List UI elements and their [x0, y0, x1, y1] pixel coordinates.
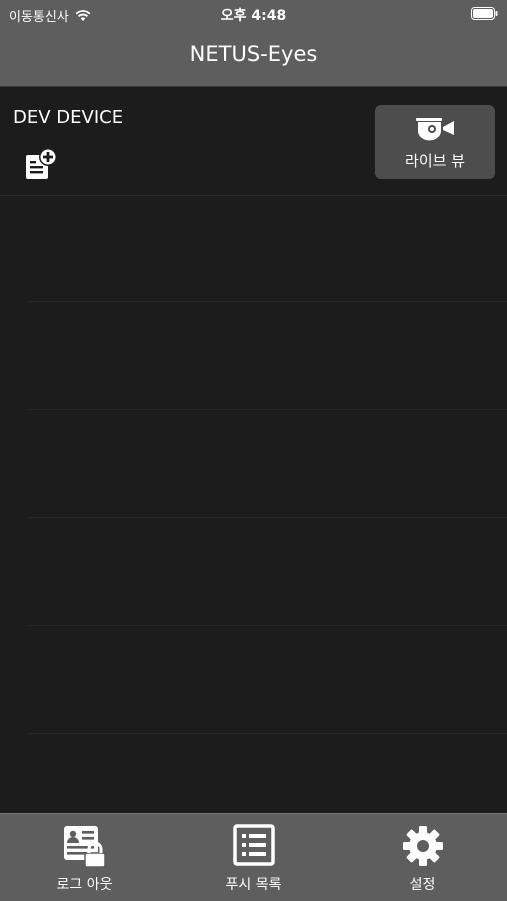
status-time: 오후 4:48: [220, 8, 287, 24]
tab-settings-label: 설정: [409, 877, 436, 893]
row-separator: [28, 517, 507, 518]
tab-logout[interactable]: 로그 아웃: [0, 814, 169, 901]
device-name: DEV DEVICE: [13, 107, 124, 128]
navigation-bar: NETUS-Eyes: [0, 28, 507, 87]
tab-logout-label: 로그 아웃: [56, 877, 113, 893]
add-document-icon[interactable]: [24, 147, 60, 181]
live-view-label: 라이브 뷰: [405, 152, 465, 170]
tab-push-list[interactable]: 푸시 목록: [169, 814, 338, 901]
row-separator: [28, 409, 507, 410]
battery-icon: [471, 7, 498, 20]
gear-icon: [402, 826, 443, 866]
tab-push-list-label: 푸시 목록: [225, 877, 282, 893]
device-row[interactable]: DEV DEVICE 라이브 뷰: [0, 87, 507, 196]
row-separator: [28, 301, 507, 302]
device-list[interactable]: DEV DEVICE 라이브 뷰: [0, 87, 507, 813]
tab-bar: 로그 아웃 푸시 목록 설정: [0, 813, 507, 901]
camera-icon: [416, 118, 454, 141]
tab-settings[interactable]: 설정: [338, 814, 507, 901]
list-icon: [232, 824, 275, 866]
row-separator: [28, 625, 507, 626]
logout-lock-icon: [63, 826, 106, 868]
live-view-button[interactable]: 라이브 뷰: [375, 105, 495, 179]
status-bar: 이동통신사 오후 4:48: [0, 0, 507, 28]
page-title: NETUS-Eyes: [189, 42, 318, 66]
row-separator: [28, 733, 507, 734]
